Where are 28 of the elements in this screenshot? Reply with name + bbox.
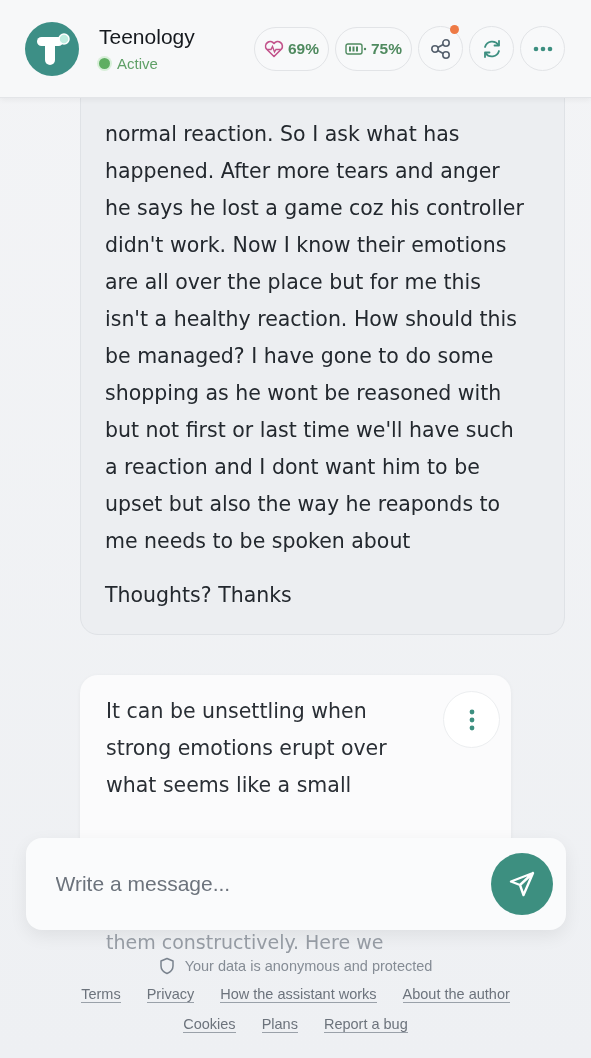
message-text: normal reaction. So I ask what has happened. After more tears and anger he says he lost a game coz his controller didn't work. Now I know their emotions are all over the place but for me this isn't a healthy reaction. How should this be managed? I have gone to do some shopping as he wont be reasoned with but not first or last time we'll have such a reaction and I dont want him to be upset but also the way he reaponds to me needs to be spoken about — [105, 121, 524, 555]
privacy-note: Your data is anonymous and protected — [184, 958, 433, 974]
footer-link[interactable]: About the author — [402, 986, 510, 1003]
footer-link[interactable]: How the assistant works — [220, 986, 377, 1003]
status-label: Active — [117, 55, 158, 72]
message-text: them constructively. Here we — [106, 931, 384, 953]
heart-pulse-icon — [263, 39, 284, 58]
message-text: It can be unsettling when strong emotions erupt over what seems like a small — [106, 698, 388, 799]
more-button[interactable] — [520, 26, 565, 71]
health-chip[interactable]: 69% — [253, 26, 329, 71]
more-icon — [532, 45, 553, 52]
kebab-icon — [468, 708, 475, 731]
message-input[interactable]: Write a message... — [53, 871, 491, 897]
footer-link[interactable]: Terms — [81, 986, 121, 1003]
send-icon — [507, 870, 536, 898]
message-text: Thoughts? Thanks — [105, 582, 293, 609]
battery-icon — [344, 42, 367, 55]
refresh-button[interactable] — [469, 26, 514, 71]
logo-icon — [25, 21, 79, 76]
shield-icon — [158, 957, 175, 975]
footer-link[interactable]: Plans — [261, 1016, 298, 1033]
footer-link[interactable]: Privacy — [146, 986, 195, 1003]
share-button[interactable] — [418, 26, 463, 71]
battery-chip[interactable]: 75% — [334, 26, 412, 71]
app-title: Teenology — [99, 25, 195, 49]
footer-link[interactable]: Cookies — [183, 1016, 236, 1033]
footer-link[interactable]: Report a bug — [323, 1016, 408, 1033]
share-icon — [429, 37, 452, 60]
